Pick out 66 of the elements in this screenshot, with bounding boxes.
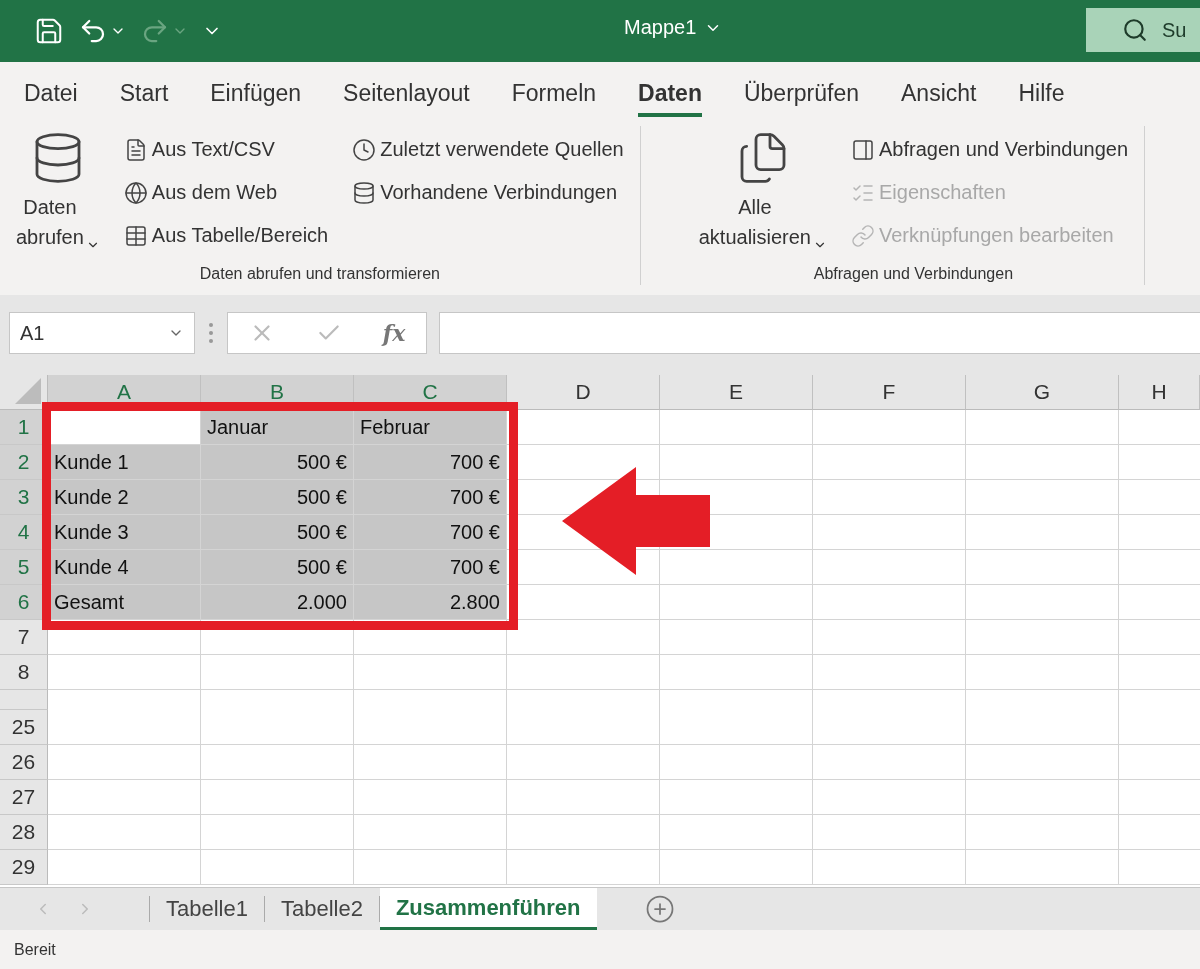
status-text: Bereit — [0, 930, 1200, 969]
column-header[interactable]: E — [660, 375, 813, 410]
table-cell[interactable]: 500 € — [201, 550, 354, 585]
save-icon[interactable] — [34, 16, 64, 46]
row-header[interactable]: 8 — [0, 655, 48, 690]
table-cell[interactable]: Kunde 3 — [48, 515, 201, 550]
sheet-tab[interactable]: Zusammenführen — [379, 888, 597, 930]
table-cell[interactable]: 700 € — [354, 480, 507, 515]
globe-icon — [123, 180, 148, 205]
table-cell[interactable]: 2.000 — [201, 585, 354, 620]
panel-icon — [851, 137, 875, 162]
ribbon-button[interactable]: Vorhandene Verbindungen — [352, 175, 624, 210]
row-header[interactable]: 25 — [0, 710, 48, 745]
group-label: Daten abrufen und transformieren — [198, 265, 441, 284]
name-box[interactable]: A1 — [9, 312, 195, 354]
link-icon — [851, 223, 875, 248]
table-cell[interactable]: 700 € — [354, 445, 507, 480]
row-header[interactable]: 28 — [0, 815, 48, 850]
table-cell[interactable]: 2.800 — [354, 585, 507, 620]
column-header[interactable]: F — [813, 375, 966, 410]
table-cell[interactable]: Februar — [354, 410, 507, 445]
formula-field[interactable] — [439, 312, 1200, 354]
insert-function-button[interactable]: fx — [382, 320, 406, 346]
group-label: Abfragen und Verbindungen — [812, 265, 1015, 284]
table-cell[interactable]: 500 € — [201, 515, 354, 550]
ribbon-tab[interactable]: Formeln — [511, 73, 597, 117]
ribbon-tab[interactable]: Datei — [24, 73, 78, 117]
column-header[interactable]: G — [966, 375, 1119, 410]
ribbon-tab[interactable]: Ansicht — [901, 73, 977, 117]
ribbon-button[interactable]: Aus Text/CSV — [123, 132, 329, 167]
search-field[interactable]: Su — [1086, 8, 1200, 52]
row-header[interactable]: 26 — [0, 745, 48, 780]
search-icon — [1122, 17, 1148, 43]
table-cell[interactable]: 500 € — [201, 445, 354, 480]
ribbon-tab[interactable]: Seitenlayout — [343, 73, 470, 117]
ribbon-button[interactable]: Zuletzt verwendete Quellen — [352, 132, 624, 167]
ribbon-button[interactable]: Aus Tabelle/Bereich — [123, 218, 329, 253]
ribbon-tab[interactable]: Hilfe — [1018, 73, 1065, 117]
ribbon-button[interactable]: Aus dem Web — [123, 175, 329, 210]
table-cell[interactable]: Gesamt — [48, 585, 201, 620]
ribbon-tab[interactable]: Überprüfen — [743, 73, 860, 117]
table-cell[interactable]: Januar — [201, 410, 354, 445]
ribbon-large-button[interactable]: Daten abrufen — [16, 126, 100, 265]
table-cell[interactable]: 500 € — [201, 480, 354, 515]
ribbon-tab[interactable]: Start — [119, 73, 169, 117]
row-header[interactable]: 27 — [0, 780, 48, 815]
row-header[interactable]: 7 — [0, 620, 48, 655]
table-icon — [123, 223, 148, 248]
sheet-tab[interactable]: Tabelle1 — [150, 896, 265, 922]
table-cell[interactable]: 700 € — [354, 550, 507, 585]
ribbon-tab[interactable]: Einfügen — [210, 73, 302, 117]
row-header[interactable]: 29 — [0, 850, 48, 885]
table-cell[interactable]: 700 € — [354, 515, 507, 550]
column-header[interactable]: D — [507, 375, 660, 410]
sheet-tab[interactable]: Tabelle2 — [264, 896, 380, 922]
table-cell[interactable]: Kunde 2 — [48, 480, 201, 515]
ribbon-tab[interactable]: Daten — [638, 73, 702, 117]
window-title[interactable]: Mappe1 — [624, 16, 723, 39]
column-header[interactable]: H — [1119, 375, 1200, 410]
ribbon-button[interactable]: Abfragen und Verbindungen — [851, 132, 1129, 167]
ribbon-large-button[interactable]: Alle aktualisieren — [698, 126, 827, 265]
select-all-corner[interactable] — [0, 375, 48, 410]
table-cell[interactable]: Kunde 1 — [48, 445, 201, 480]
clock-icon — [352, 137, 377, 162]
table-cell[interactable]: Kunde 4 — [48, 550, 201, 585]
database-icon — [352, 180, 377, 205]
